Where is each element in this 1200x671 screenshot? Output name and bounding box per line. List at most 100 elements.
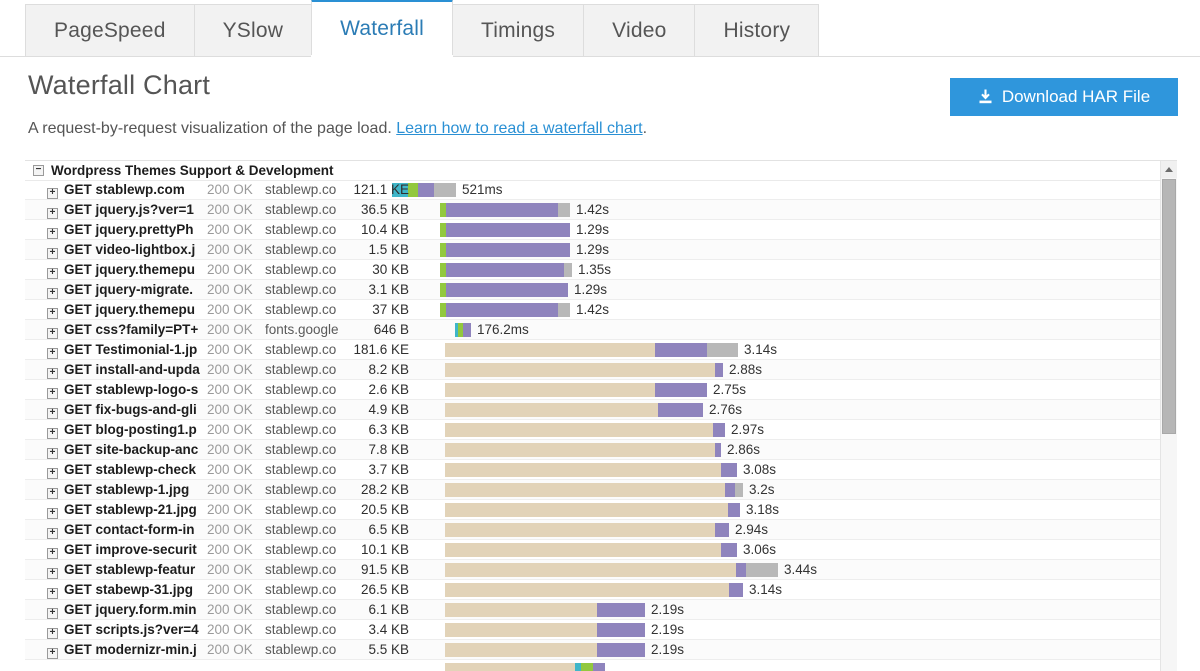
waterfall-help-link[interactable]: Learn how to read a waterfall chart <box>396 120 642 137</box>
row-cells: + GET improve-securit 200 OK stablewp.co 10.… <box>25 540 1160 560</box>
request-name: GET stablewp-1.jpg <box>64 482 190 497</box>
table-row[interactable]: 3.14s + GET Testimonial-1.jp 200 OK stablewp… <box>25 340 1160 360</box>
row-expand-toggle[interactable]: + <box>47 228 58 239</box>
row-expand-toggle[interactable]: + <box>47 488 58 499</box>
row-expand-toggle[interactable]: + <box>47 568 58 579</box>
row-expand-toggle[interactable]: + <box>47 428 58 439</box>
row-expand-toggle[interactable]: + <box>47 468 58 479</box>
table-row[interactable]: 3.2s + GET stablewp-1.jpg 200 OK stablewp.co… <box>25 480 1160 500</box>
request-size-cell: 6.1 KB <box>368 602 409 617</box>
table-row[interactable]: 176.2ms + GET css?family=PT+ 200 OK fonts.go… <box>25 320 1160 340</box>
table-row[interactable]: 1.29s + GET video-lightbox.j 200 OK stablewp… <box>25 240 1160 260</box>
table-row[interactable]: 3.44s + GET stablewp-featur 200 OK stablewp.… <box>25 560 1160 580</box>
table-row[interactable]: 1.29s + GET jquery-migrate. 200 OK stablewp.… <box>25 280 1160 300</box>
request-name: GET fix-bugs-and-gli <box>64 402 197 417</box>
table-row[interactable]: 2.75s + GET stablewp-logo-s 200 OK stablewp.… <box>25 380 1160 400</box>
tab-waterfall[interactable]: Waterfall <box>311 0 453 57</box>
row-expand-toggle[interactable]: + <box>47 368 58 379</box>
row-expand-toggle[interactable]: + <box>47 648 58 659</box>
request-status-cell: 200 OK <box>207 502 253 517</box>
table-row[interactable]: 2.86s + GET site-backup-anc 200 OK stablewp.… <box>25 440 1160 460</box>
request-domain-cell: stablewp.co <box>265 282 337 297</box>
row-cells: + GET stablewp-featur 200 OK stablewp.co 91.… <box>25 560 1160 580</box>
row-expand-toggle[interactable]: + <box>47 248 58 259</box>
table-row[interactable]: 521ms + GET stablewp.com 200 OK stablewp.co 1… <box>25 180 1160 200</box>
request-status-cell: 200 OK <box>207 482 253 497</box>
request-name-cell: + GET stablewp-check <box>47 460 202 480</box>
request-name: GET stabewp-31.jpg <box>64 582 194 597</box>
waterfall-page: PageSpeed YSlow Waterfall Timings Video Histo… <box>0 0 1200 671</box>
table-row[interactable]: 1.29s + GET jquery.prettyPh 200 OK stablewp.… <box>25 220 1160 240</box>
request-name: GET contact-form-in <box>64 522 195 537</box>
request-domain-cell: stablewp.co <box>265 382 337 397</box>
request-domain-cell: stablewp.co <box>265 522 337 537</box>
row-cells: + GET Testimonial-1.jp 200 OK stablewp.co 18… <box>25 340 1160 360</box>
request-name-cell: + GET fix-bugs-and-gli <box>47 400 202 420</box>
row-cells: + GET jquery.prettyPh 200 OK stablewp.co 10.… <box>25 220 1160 240</box>
row-expand-toggle[interactable]: + <box>47 288 58 299</box>
scroll-up-icon[interactable] <box>1161 161 1177 178</box>
row-expand-toggle[interactable]: + <box>47 348 58 359</box>
table-row[interactable]: 2.19s + GET jquery.form.min 200 OK stablewp.… <box>25 600 1160 620</box>
table-row[interactable]: 2.94s + GET contact-form-in 200 OK stablewp.… <box>25 520 1160 540</box>
table-row[interactable]: 2.88s + GET install-and-upda 200 OK stablewp… <box>25 360 1160 380</box>
request-name: GET stablewp.com <box>64 182 185 197</box>
row-expand-toggle[interactable]: + <box>47 308 58 319</box>
table-row[interactable]: 2.19s + GET modernizr-min.j 200 OK stablewp.… <box>25 640 1160 660</box>
row-expand-toggle[interactable]: + <box>47 268 58 279</box>
table-row[interactable] <box>25 660 1160 671</box>
table-row[interactable]: 1.42s + GET jquery.js?ver=1 200 OK stablewp.… <box>25 200 1160 220</box>
row-expand-toggle[interactable]: + <box>47 408 58 419</box>
request-size-cell: 646 B <box>373 322 409 337</box>
tab-history[interactable]: History <box>694 4 820 56</box>
table-row[interactable]: 1.35s + GET jquery.themepu 200 OK stablewp.c… <box>25 260 1160 280</box>
row-expand-toggle[interactable]: + <box>47 188 58 199</box>
row-cells: + GET modernizr-min.j 200 OK stablewp.co 5.5… <box>25 640 1160 660</box>
row-cells: + GET install-and-upda 200 OK stablewp.co 8.… <box>25 360 1160 380</box>
tab-label: History <box>723 18 791 42</box>
request-name: GET modernizr-min.j <box>64 642 197 657</box>
tab-video[interactable]: Video <box>583 4 696 56</box>
tab-yslow[interactable]: YSlow <box>193 4 313 56</box>
request-name: GET jquery.themepu <box>64 262 196 277</box>
table-row[interactable]: 2.19s + GET scripts.js?ver=4 200 OK stablewp… <box>25 620 1160 640</box>
table-row[interactable]: 3.08s + GET stablewp-check 200 OK stablewp.c… <box>25 460 1160 480</box>
vertical-scrollbar[interactable] <box>1160 161 1177 671</box>
download-har-button[interactable]: Download HAR File <box>950 78 1178 116</box>
tab-pagespeed[interactable]: PageSpeed <box>25 4 195 56</box>
request-domain-cell: stablewp.co <box>265 262 337 277</box>
row-expand-toggle[interactable]: + <box>47 608 58 619</box>
tab-timings[interactable]: Timings <box>451 4 585 56</box>
row-expand-toggle[interactable]: + <box>47 528 58 539</box>
request-group-header[interactable]: − Wordpress Themes Support & Development <box>25 161 1160 181</box>
table-row[interactable]: 3.14s + GET stabewp-31.jpg 200 OK stablewp.c… <box>25 580 1160 600</box>
request-size-cell: 20.5 KB <box>360 502 409 517</box>
row-expand-toggle[interactable]: + <box>47 328 58 339</box>
table-row[interactable]: 3.18s + GET stablewp-21.jpg 200 OK stablewp.… <box>25 500 1160 520</box>
row-expand-toggle[interactable]: + <box>47 508 58 519</box>
row-expand-toggle[interactable]: + <box>47 388 58 399</box>
request-status-cell: 200 OK <box>207 362 253 377</box>
request-rows: 521ms + GET stablewp.com 200 OK stablewp.co 1… <box>25 180 1160 671</box>
row-expand-toggle[interactable]: + <box>47 628 58 639</box>
row-cells: + GET jquery-migrate. 200 OK stablewp.co 3.1… <box>25 280 1160 300</box>
row-expand-toggle[interactable]: + <box>47 448 58 459</box>
scrollbar-thumb[interactable] <box>1162 179 1176 434</box>
table-row[interactable]: 1.42s + GET jquery.themepu 200 OK stablewp.c… <box>25 300 1160 320</box>
group-collapse-toggle[interactable]: − <box>33 165 44 176</box>
tab-label: PageSpeed <box>54 18 166 42</box>
table-row[interactable]: 3.06s + GET improve-securit 200 OK stablewp.… <box>25 540 1160 560</box>
request-domain-cell: stablewp.co <box>265 542 337 557</box>
request-domain-cell: stablewp.co <box>265 342 337 357</box>
request-name-cell: + GET stablewp-featur <box>47 560 202 580</box>
request-domain-cell: stablewp.co <box>265 302 337 317</box>
table-row[interactable]: 2.76s + GET fix-bugs-and-gli 200 OK stablewp… <box>25 400 1160 420</box>
request-name-cell: + GET modernizr-min.j <box>47 640 202 660</box>
request-size-cell: 30 KB <box>372 262 409 277</box>
table-row[interactable]: 2.97s + GET blog-posting1.p 200 OK stablewp.… <box>25 420 1160 440</box>
row-expand-toggle[interactable]: + <box>47 208 58 219</box>
row-expand-toggle[interactable]: + <box>47 548 58 559</box>
request-size-cell: 37 KB <box>372 302 409 317</box>
request-name-cell: + GET jquery.themepu <box>47 260 202 280</box>
row-expand-toggle[interactable]: + <box>47 588 58 599</box>
